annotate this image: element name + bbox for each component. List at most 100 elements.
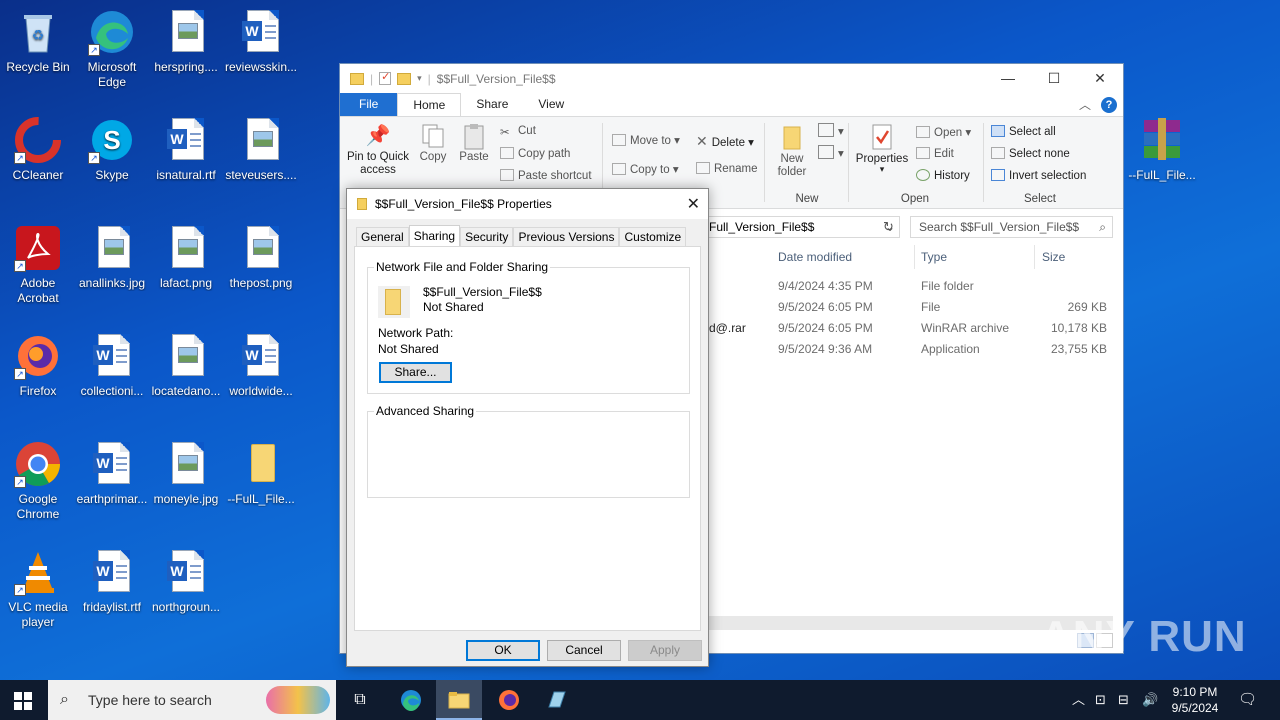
desktop-icon-ccleaner[interactable]: ↗ CCleaner xyxy=(0,116,76,183)
tab-view[interactable]: View xyxy=(523,93,579,116)
volume-icon[interactable]: 🔊 xyxy=(1142,680,1158,720)
desktop-icon-reviewsskin[interactable]: W reviewsskin... xyxy=(223,8,299,75)
properties-quick-icon[interactable] xyxy=(379,70,392,85)
paste-shortcut-button[interactable]: Paste shortcut xyxy=(500,169,592,182)
desktop-icon-label: lafact.png xyxy=(159,276,213,290)
address-bar[interactable]: Full_Version_File$$ ⌄ xyxy=(708,216,900,238)
start-button[interactable] xyxy=(14,692,32,710)
copy-to-button[interactable]: Copy to ▾ xyxy=(612,162,679,176)
desktop-icon-label: --FulL_File... xyxy=(1128,168,1196,182)
easy-access-button[interactable]: ▾ xyxy=(818,145,844,160)
help-icon[interactable]: ? xyxy=(1101,96,1117,113)
desktop-icon-label: Skype xyxy=(95,168,129,182)
desktop-icon-herspring[interactable]: herspring.... xyxy=(148,8,224,75)
invert-selection-button[interactable]: Invert selection xyxy=(991,169,1086,182)
desktop-icon-collectioni[interactable]: W collectioni... xyxy=(74,332,150,399)
taskbar-edge-icon[interactable] xyxy=(393,686,429,714)
tab-customize[interactable]: Customize xyxy=(619,227,687,246)
tab-security[interactable]: Security xyxy=(460,227,514,246)
rename-button[interactable]: Rename xyxy=(696,162,757,175)
delete-button[interactable]: ✕ Delete ▾ xyxy=(696,133,754,150)
desktop-icon-edge[interactable]: ↗ Microsoft Edge xyxy=(74,8,150,90)
desktop-icon-moneyle[interactable]: moneyle.jpg xyxy=(148,440,224,507)
edit-button[interactable]: Edit xyxy=(916,147,954,160)
anyrun-watermark: ANY RUN xyxy=(1040,612,1247,661)
desktop-icon-recycle-bin[interactable]: ♻ Recycle Bin xyxy=(0,8,76,75)
search-highlight-icon xyxy=(266,686,330,714)
collapse-ribbon-icon[interactable]: ︿ xyxy=(1079,96,1091,113)
open-button[interactable]: Open ▾ xyxy=(916,125,971,139)
network-icon[interactable]: ⊟ xyxy=(1118,680,1129,720)
maximize-button[interactable]: ☐ xyxy=(1031,64,1077,93)
tab-previous-versions[interactable]: Previous Versions xyxy=(513,227,620,246)
move-to-button[interactable]: Move to ▾ xyxy=(612,133,680,147)
copy-button[interactable]: Copy xyxy=(416,123,450,163)
desktop-icon-skype[interactable]: S ↗ Skype xyxy=(74,116,150,183)
history-button[interactable]: History xyxy=(916,169,970,182)
desktop-icon-label: moneyle.jpg xyxy=(153,492,219,506)
tab-sharing[interactable]: Sharing xyxy=(408,225,461,246)
minimize-button[interactable]: — xyxy=(985,64,1031,93)
task-view-icon[interactable]: ⧉ xyxy=(342,686,378,714)
properties-dialog[interactable]: $$Full_Version_File$$ Properties ✕ Gener… xyxy=(346,188,709,667)
show-hidden-icons[interactable]: ︿ xyxy=(1072,680,1085,720)
system-clock[interactable]: 9:10 PM 9/5/2024 xyxy=(1160,684,1230,716)
new-item-button[interactable]: ▾ xyxy=(818,123,844,138)
refresh-icon[interactable]: ↻ xyxy=(883,219,894,235)
taskbar-app-icon[interactable] xyxy=(539,686,575,714)
tab-general[interactable]: General xyxy=(356,227,409,246)
group-title: Network File and Folder Sharing xyxy=(374,260,551,274)
share-button[interactable]: Share... xyxy=(379,362,452,383)
properties-button[interactable]: Properties ▾ xyxy=(854,123,910,174)
scissors-icon: ✂ xyxy=(500,127,510,139)
paste-button[interactable]: Paste xyxy=(457,123,491,163)
notifications-icon[interactable]: 🗨 xyxy=(1238,680,1257,720)
new-folder-quick-icon[interactable] xyxy=(397,72,412,85)
desktop-icon-adobe-acrobat[interactable]: ↗ Adobe Acrobat xyxy=(0,224,76,306)
close-button[interactable]: ✕ xyxy=(1077,64,1123,93)
taskbar-file-explorer-icon[interactable] xyxy=(441,686,477,714)
desktop-icon-anallinks[interactable]: anallinks.jpg xyxy=(74,224,150,291)
desktop-icon-lafact[interactable]: lafact.png xyxy=(148,224,224,291)
taskbar-firefox-icon[interactable] xyxy=(491,686,527,714)
column-date-modified[interactable]: Date modified xyxy=(778,250,852,264)
tab-file[interactable]: File xyxy=(340,93,398,116)
apply-button[interactable]: Apply xyxy=(628,640,702,661)
desktop-icon-steveusers[interactable]: steveusers.... xyxy=(223,116,299,183)
desktop-icon-thepost[interactable]: thepost.png xyxy=(223,224,299,291)
taskbar-search-input[interactable]: ⌕ Type here to search xyxy=(48,680,336,720)
tab-share[interactable]: Share xyxy=(461,93,523,116)
device-icon[interactable]: ⊡ xyxy=(1095,680,1106,720)
new-folder-button[interactable]: New folder xyxy=(774,123,810,179)
desktop-icon-worldwide[interactable]: W worldwide... xyxy=(223,332,299,399)
select-all-button[interactable]: Select all xyxy=(991,125,1056,138)
quick-access-dropdown-icon[interactable]: ▾ xyxy=(417,73,422,84)
desktop-icon-label: worldwide... xyxy=(229,384,293,398)
search-input[interactable]: Search $$Full_Version_File$$ ⌕ xyxy=(910,216,1113,238)
close-icon[interactable]: ✕ xyxy=(687,194,700,214)
edit-icon xyxy=(916,147,930,159)
desktop-icon-isnatural[interactable]: W isnatural.rtf xyxy=(148,116,224,183)
cut-button[interactable]: ✂ Cut xyxy=(500,125,536,139)
ok-button[interactable]: OK xyxy=(466,640,540,661)
column-type[interactable]: Type xyxy=(921,250,947,264)
pin-quick-access-button[interactable]: 📌 Pin to Quick access xyxy=(345,123,411,177)
desktop-icon-locatedano[interactable]: locatedano... xyxy=(148,332,224,399)
desktop-icon-full-file-folder[interactable]: --FulL_File... xyxy=(223,440,299,507)
skype-icon: S ↗ xyxy=(88,116,136,164)
copy-path-button[interactable]: Copy path xyxy=(500,147,570,160)
desktop-icon-vlc[interactable]: ↗ VLC media player xyxy=(0,548,76,630)
select-none-button[interactable]: Select none xyxy=(991,147,1070,160)
cancel-button[interactable]: Cancel xyxy=(547,640,621,661)
column-size[interactable]: Size xyxy=(1042,250,1065,264)
explorer-title-bar[interactable]: | ▾ | $$Full_Version_File$$ — ☐ ✕ xyxy=(340,64,1123,93)
desktop-icon-google-chrome[interactable]: ↗ Google Chrome xyxy=(0,440,76,522)
desktop-icon-earthprimar[interactable]: W earthprimar... xyxy=(74,440,150,507)
desktop-icon-northgroun[interactable]: W northgroun... xyxy=(148,548,224,615)
desktop-icon-fridaylist[interactable]: W fridaylist.rtf xyxy=(74,548,150,615)
tab-home[interactable]: Home xyxy=(397,93,462,116)
desktop-icon-full-file-archive[interactable]: --FulL_File... xyxy=(1124,116,1200,183)
dialog-title-bar[interactable]: $$Full_Version_File$$ Properties ✕ xyxy=(347,189,708,219)
explorer-title: $$Full_Version_File$$ xyxy=(436,71,556,86)
desktop-icon-firefox[interactable]: ↗ Firefox xyxy=(0,332,76,399)
